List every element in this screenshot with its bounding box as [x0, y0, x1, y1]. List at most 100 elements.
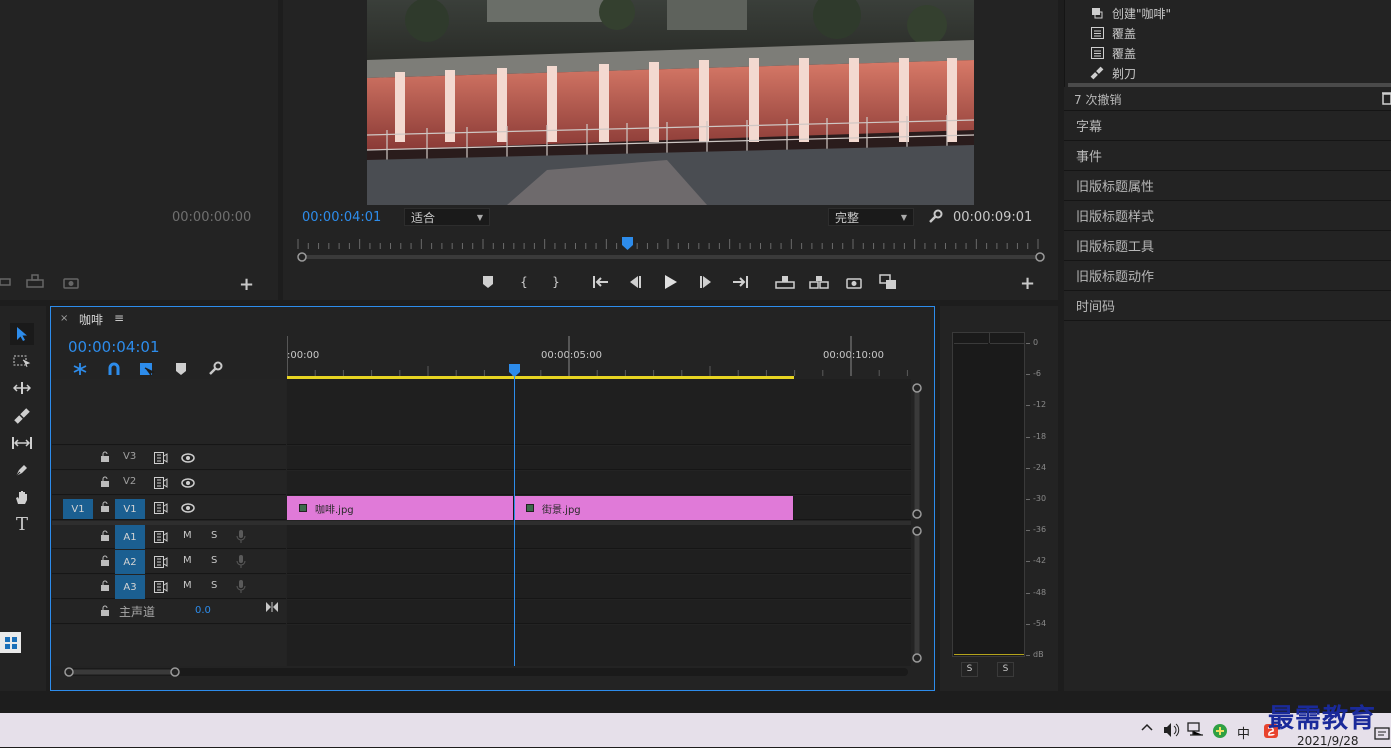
- volume-icon[interactable]: [1163, 722, 1181, 738]
- sync-lock-icon[interactable]: [154, 581, 168, 593]
- microphone-icon[interactable]: [236, 555, 246, 569]
- solo-button[interactable]: S: [211, 555, 217, 566]
- nest-icon[interactable]: [71, 361, 89, 377]
- lock-icon[interactable]: [100, 476, 110, 488]
- source-patch-v1[interactable]: V1: [63, 499, 93, 519]
- step-forward-icon[interactable]: [697, 273, 715, 291]
- overwrite-icon[interactable]: [26, 273, 44, 289]
- timeline-current-time[interactable]: 00:00:04:01: [68, 338, 160, 356]
- lock-icon[interactable]: [100, 555, 110, 567]
- export-frame-icon[interactable]: [845, 273, 863, 291]
- clip-coffee[interactable]: 咖啡.jpg: [287, 496, 514, 520]
- ripple-edit-tool-icon[interactable]: [10, 377, 34, 399]
- network-icon[interactable]: [1187, 722, 1205, 738]
- ime-indicator[interactable]: 中: [1237, 723, 1250, 742]
- timeline-settings-icon[interactable]: [206, 361, 224, 377]
- lift-icon[interactable]: [774, 273, 796, 291]
- eye-icon[interactable]: [181, 453, 195, 463]
- clip-street[interactable]: 街景.jpg: [514, 496, 794, 520]
- timeline-playhead[interactable]: [509, 364, 520, 377]
- step-back-icon[interactable]: [626, 273, 644, 291]
- snap-icon[interactable]: [105, 361, 123, 377]
- track-header-v1[interactable]: V1 V1: [52, 496, 286, 520]
- insert-icon[interactable]: [0, 274, 12, 288]
- track-target-a2[interactable]: A2: [115, 550, 145, 574]
- update-icon[interactable]: [1212, 723, 1228, 739]
- go-to-out-icon[interactable]: [731, 273, 749, 291]
- extract-icon[interactable]: [808, 273, 830, 291]
- timeline-horizontal-scrollbar[interactable]: [62, 666, 912, 678]
- sync-lock-icon[interactable]: [154, 531, 168, 543]
- track-lane-v3[interactable]: [287, 446, 911, 470]
- master-volume[interactable]: 0.0: [195, 605, 211, 616]
- track-lane-a3[interactable]: [287, 575, 911, 599]
- play-icon[interactable]: [662, 273, 680, 291]
- mark-out-icon[interactable]: }: [547, 273, 565, 291]
- clock-date[interactable]: 2021/9/28: [1297, 734, 1359, 748]
- audio-vertical-scrollbar[interactable]: [912, 526, 922, 663]
- track-header-master[interactable]: 主声道 0.0: [52, 600, 286, 624]
- sync-lock-icon[interactable]: [154, 452, 168, 464]
- lock-icon[interactable]: [100, 580, 110, 592]
- program-time-ruler[interactable]: [296, 236, 1040, 250]
- track-header-a2[interactable]: A2 M S: [52, 550, 286, 574]
- mute-button[interactable]: M: [183, 555, 192, 566]
- history-item[interactable]: 剃刀: [1070, 63, 1391, 83]
- lock-icon[interactable]: [100, 501, 110, 513]
- track-target-v1[interactable]: V1: [115, 499, 145, 519]
- solo-button[interactable]: S: [211, 580, 217, 591]
- history-item[interactable]: 覆盖: [1070, 43, 1391, 63]
- track-header-a1[interactable]: A1 M S: [52, 525, 286, 549]
- pen-tool-icon[interactable]: [10, 459, 34, 481]
- sync-lock-icon[interactable]: [154, 556, 168, 568]
- mark-in-icon[interactable]: {: [515, 273, 533, 291]
- trash-icon[interactable]: [1382, 91, 1391, 105]
- type-tool-icon[interactable]: T: [10, 513, 34, 535]
- eye-icon[interactable]: [181, 503, 195, 513]
- sequence-tab[interactable]: 咖啡: [79, 311, 103, 328]
- lock-icon[interactable]: [100, 451, 110, 463]
- zoom-select[interactable]: 适合 ▼: [404, 208, 490, 226]
- track-lane-a1[interactable]: [287, 525, 911, 549]
- wrench-icon[interactable]: [926, 208, 944, 226]
- linked-selection-icon[interactable]: [138, 361, 156, 377]
- chevron-up-icon[interactable]: [1141, 722, 1153, 732]
- microphone-icon[interactable]: [236, 580, 246, 594]
- mute-button[interactable]: M: [183, 580, 192, 591]
- menu-icon[interactable]: ≡: [114, 311, 124, 325]
- track-target-a1[interactable]: A1: [115, 525, 145, 549]
- track-header-v3[interactable]: V3: [52, 446, 286, 470]
- comparison-view-icon[interactable]: [878, 273, 898, 291]
- hand-tool-icon[interactable]: [10, 486, 34, 508]
- slip-tool-icon[interactable]: [10, 432, 34, 454]
- notification-icon[interactable]: [1374, 727, 1390, 743]
- track-select-tool-icon[interactable]: [10, 350, 34, 372]
- panel-captions[interactable]: 字幕: [1064, 111, 1391, 141]
- quality-select[interactable]: 完整 ▼: [828, 208, 914, 226]
- track-lane-a2[interactable]: [287, 550, 911, 574]
- add-button[interactable]: +: [239, 274, 254, 295]
- video-vertical-scrollbar[interactable]: [912, 383, 922, 519]
- go-to-in-icon[interactable]: [592, 273, 610, 291]
- track-lane-master[interactable]: [287, 600, 911, 624]
- track-target-a3[interactable]: A3: [115, 575, 145, 599]
- timeline-ruler[interactable]: :00:00 00:00:05:00 00:00:10:00: [287, 336, 911, 378]
- history-item[interactable]: 覆盖: [1070, 23, 1391, 43]
- microphone-icon[interactable]: [236, 530, 246, 544]
- export-frame-icon[interactable]: [62, 274, 80, 290]
- panel-legacy-title-tools[interactable]: 旧版标题工具: [1064, 231, 1391, 261]
- add-marker-icon[interactable]: [175, 362, 187, 376]
- program-current-time[interactable]: 00:00:04:01: [302, 210, 381, 225]
- solo-right-button[interactable]: S: [997, 662, 1014, 677]
- razor-tool-icon[interactable]: [10, 405, 34, 427]
- track-header-v2[interactable]: V2: [52, 471, 286, 495]
- close-icon[interactable]: ×: [60, 313, 68, 324]
- track-lane-v2[interactable]: [287, 471, 911, 495]
- program-zoom-bar[interactable]: [296, 251, 1046, 263]
- workspace-icon[interactable]: [0, 632, 21, 653]
- sync-lock-icon[interactable]: [154, 477, 168, 489]
- panel-timecode[interactable]: 时间码: [1064, 291, 1391, 321]
- solo-left-button[interactable]: S: [961, 662, 978, 677]
- selection-tool-icon[interactable]: [10, 323, 34, 345]
- panel-events[interactable]: 事件: [1064, 141, 1391, 171]
